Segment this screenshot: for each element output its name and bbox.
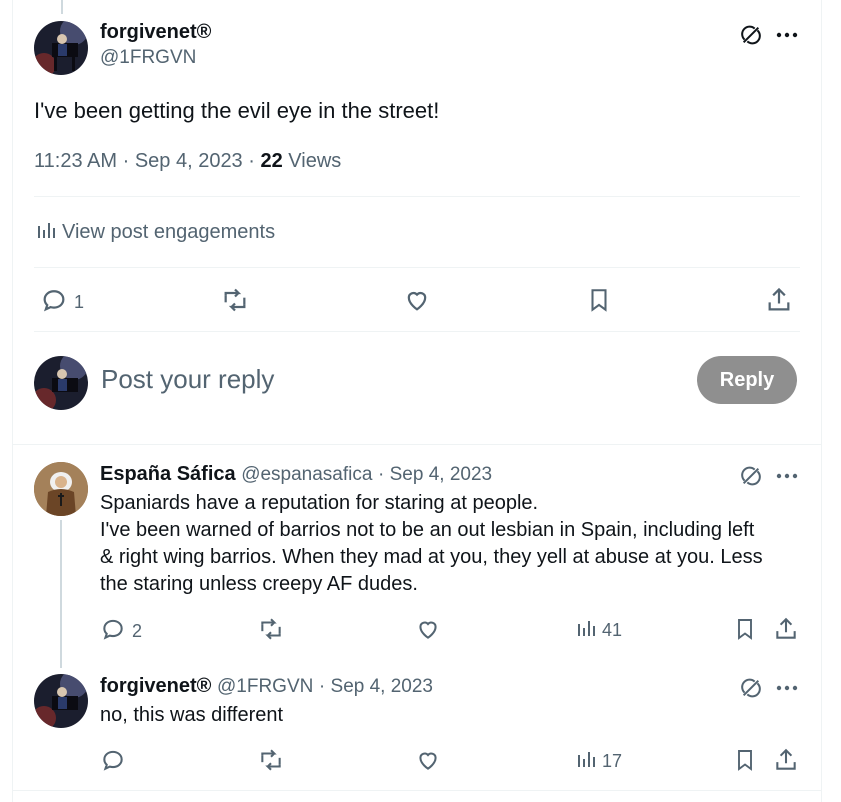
reply-count: 2	[132, 621, 143, 641]
repost-button[interactable]	[257, 747, 285, 778]
reply-icon	[100, 747, 126, 778]
share-icon	[773, 747, 799, 778]
more-icon[interactable]	[774, 22, 800, 48]
reply-text: no, this was different	[100, 704, 284, 726]
bookmark-icon	[733, 747, 757, 778]
bookmark-icon	[733, 616, 757, 647]
author-handle[interactable]: @espanasafica	[241, 464, 372, 485]
author-name[interactable]: España Sáfica	[100, 463, 236, 485]
like-icon	[403, 286, 431, 319]
post-text: I've been getting the evil eye in the st…	[34, 98, 440, 123]
bookmark-button[interactable]	[733, 616, 757, 647]
reply-header: España Sáfica @espanasafica · Sep 4, 202…	[100, 463, 493, 485]
grok-icon[interactable]	[738, 463, 764, 489]
author-name[interactable]: forgivenet®	[100, 21, 211, 44]
bookmark-icon	[586, 286, 612, 319]
views-button[interactable]: 17	[576, 748, 622, 775]
more-icon[interactable]	[774, 675, 800, 701]
share-button[interactable]	[773, 747, 799, 778]
more-icon[interactable]	[774, 463, 800, 489]
share-button[interactable]	[773, 616, 799, 647]
like-button[interactable]	[403, 286, 431, 319]
reply-text-line: I've been warned of barrios not to be an…	[100, 519, 755, 541]
views-button[interactable]: 41	[576, 617, 622, 644]
avatar[interactable]	[34, 21, 88, 75]
avatar[interactable]	[34, 674, 88, 728]
post-date[interactable]: Sep 4, 2023	[390, 464, 492, 485]
share-button[interactable]	[765, 286, 793, 319]
bookmark-button[interactable]	[733, 747, 757, 778]
engagements-label: View post engagements	[62, 221, 276, 243]
reply-submit-button[interactable]: Reply	[697, 356, 797, 404]
repost-icon	[257, 616, 285, 647]
post-date[interactable]: Sep 4, 2023	[331, 676, 433, 697]
share-icon	[765, 286, 793, 319]
views-label: Views	[288, 150, 342, 172]
views-count: 17	[602, 751, 623, 771]
reply-input[interactable]: Post your reply	[101, 364, 274, 395]
thread-line	[60, 520, 62, 668]
share-icon	[773, 616, 799, 647]
post-time[interactable]: 11:23 AM	[34, 150, 117, 172]
avatar[interactable]	[34, 462, 88, 516]
reply-count: 1	[74, 292, 85, 312]
reply-text-line: Spaniards have a reputation for staring …	[100, 492, 539, 514]
author-handle[interactable]: @1FRGVN	[217, 676, 313, 697]
like-button[interactable]	[415, 616, 441, 647]
divider	[34, 331, 800, 332]
divider	[13, 790, 821, 791]
author-handle[interactable]: @1FRGVN	[100, 47, 211, 69]
reply-text-line: the staring unless creepy AF dudes.	[100, 573, 418, 595]
repost-icon	[220, 286, 250, 319]
repost-button[interactable]	[257, 616, 285, 647]
bookmark-button[interactable]	[586, 286, 612, 319]
author-name[interactable]: forgivenet®	[100, 675, 211, 697]
like-icon	[415, 747, 441, 778]
views-count: 41	[602, 620, 623, 640]
repost-icon	[257, 747, 285, 778]
view-engagements-link[interactable]: View post engagements	[36, 220, 275, 245]
post-meta: 11:23 AM · Sep 4, 2023 · 22 Views	[34, 150, 342, 172]
reply-button[interactable]: 2	[100, 616, 142, 647]
thread-line	[61, 0, 63, 14]
grok-icon[interactable]	[738, 675, 764, 701]
post-date[interactable]: Sep 4, 2023	[135, 150, 243, 172]
reply-icon	[100, 616, 126, 647]
views-count: 22	[260, 150, 283, 172]
like-icon	[415, 616, 441, 647]
reply-text: Spaniards have a reputation for staring …	[100, 490, 800, 598]
divider	[34, 267, 800, 268]
divider	[34, 196, 800, 197]
reply-header: forgivenet® @1FRGVN · Sep 4, 2023	[100, 675, 433, 697]
analytics-icon	[576, 748, 596, 775]
reply-button[interactable]	[100, 747, 126, 778]
reply-icon	[40, 286, 68, 319]
grok-icon[interactable]	[738, 22, 764, 48]
reply-button[interactable]: 1	[40, 286, 84, 319]
avatar[interactable]	[34, 356, 88, 410]
like-button[interactable]	[415, 747, 441, 778]
repost-button[interactable]	[220, 286, 250, 319]
divider	[13, 444, 821, 445]
reply-text-line: & right wing barrios. When they mad at y…	[100, 546, 763, 568]
analytics-icon	[576, 617, 596, 644]
analytics-icon	[36, 220, 56, 245]
